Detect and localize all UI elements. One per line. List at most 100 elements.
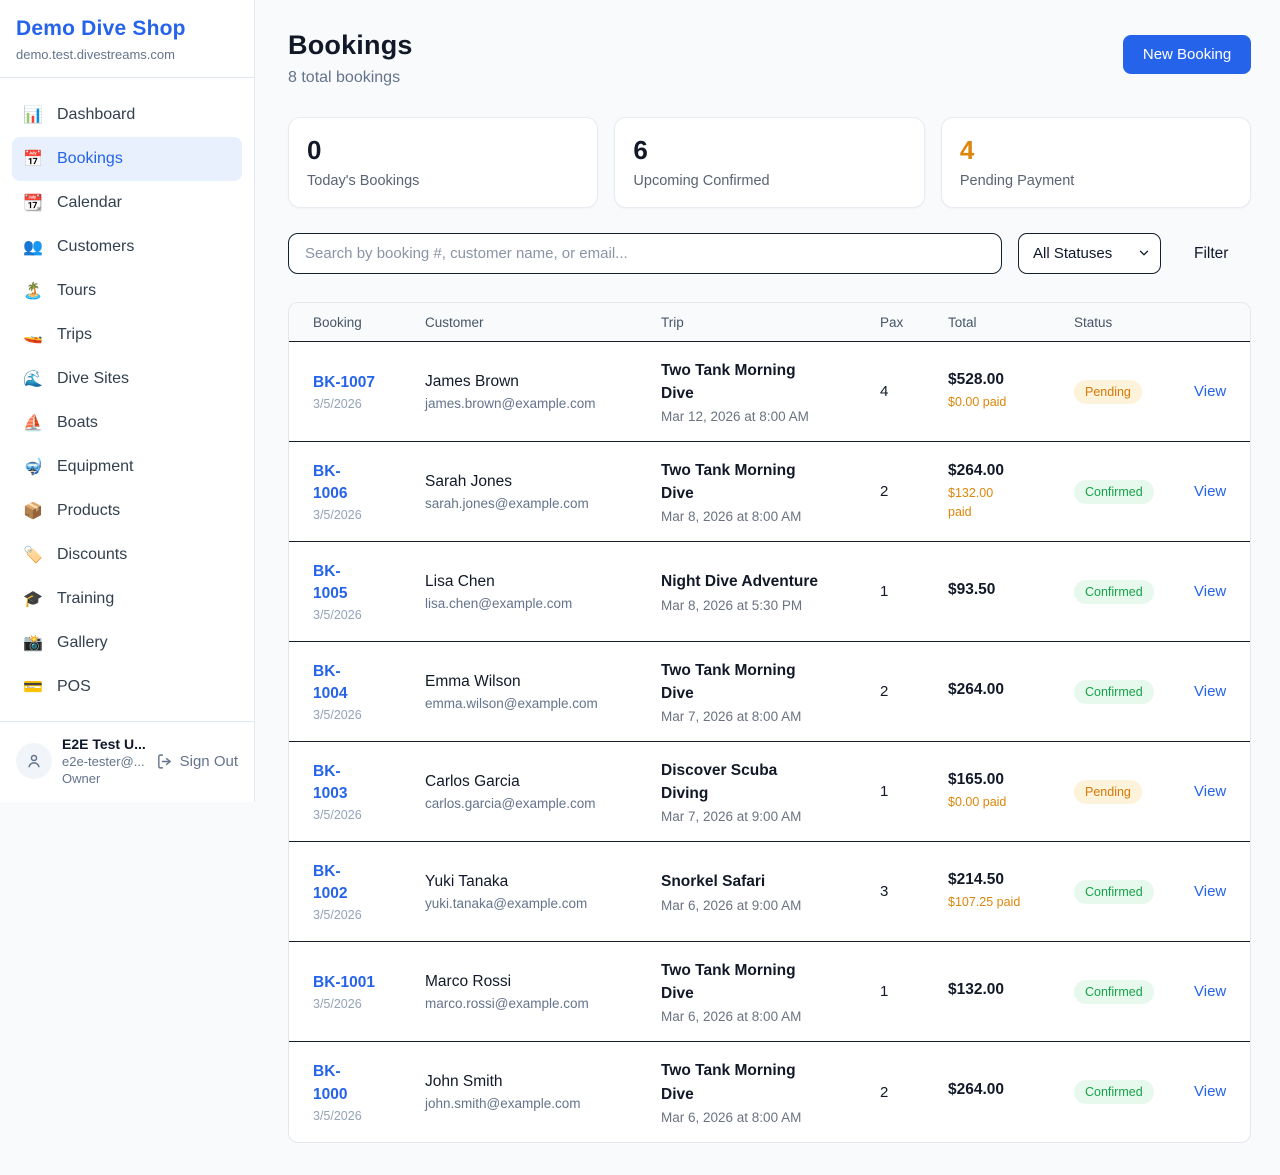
camera-icon: 📸 xyxy=(22,633,44,653)
sidebar-item-calendar[interactable]: 📆 Calendar xyxy=(12,181,242,225)
total-amount: $165.00 xyxy=(948,771,1074,789)
sidebar-item-products[interactable]: 📦 Products xyxy=(12,489,242,533)
sidebar-item-label: Calendar xyxy=(57,194,122,212)
customer-name: Carlos Garcia xyxy=(425,773,661,791)
bar-chart-icon: 📊 xyxy=(22,105,44,125)
view-link[interactable]: View xyxy=(1194,583,1226,600)
customer-cell: John Smith john.smith@example.com xyxy=(425,1073,661,1111)
sidebar-item-trips[interactable]: 🚤 Trips xyxy=(12,313,242,357)
status-select[interactable]: All Statuses xyxy=(1018,233,1161,274)
sidebar-item-dive-sites[interactable]: 🌊 Dive Sites xyxy=(12,357,242,401)
sidebar-item-discounts[interactable]: 🏷️ Discounts xyxy=(12,533,242,577)
booking-id-link[interactable]: BK- 1000 xyxy=(313,1061,425,1106)
sign-out-button[interactable]: Sign Out xyxy=(156,753,238,770)
sidebar-item-label: Bookings xyxy=(57,150,123,168)
column-header-booking: Booking xyxy=(313,315,425,330)
booking-cell: BK- 1004 3/5/2026 xyxy=(313,661,425,723)
booking-id-link[interactable]: BK- 1005 xyxy=(313,561,425,606)
booking-id-link[interactable]: BK- 1006 xyxy=(313,461,425,506)
booking-date: 3/5/2026 xyxy=(313,397,425,411)
customer-name: Lisa Chen xyxy=(425,573,661,591)
main-content: Bookings 8 total bookings New Booking 0 … xyxy=(255,0,1280,1175)
user-name: E2E Test U... xyxy=(62,736,146,752)
search-input[interactable] xyxy=(288,233,1002,274)
new-booking-button[interactable]: New Booking xyxy=(1123,35,1251,74)
sidebar-item-boats[interactable]: ⛵ Boats xyxy=(12,401,242,445)
customer-email: sarah.jones@example.com xyxy=(425,496,661,511)
sidebar-user-footer: E2E Test U... e2e-tester@... Owner Sign … xyxy=(0,721,254,802)
sidebar-item-label: POS xyxy=(57,678,91,696)
filter-button[interactable]: Filter xyxy=(1194,245,1228,263)
actions-cell: View xyxy=(1194,883,1226,901)
sidebar-item-customers[interactable]: 👥 Customers xyxy=(12,225,242,269)
status-cell: Confirmed xyxy=(1074,680,1194,704)
status-cell: Confirmed xyxy=(1074,880,1194,904)
sidebar-item-gallery[interactable]: 📸 Gallery xyxy=(12,621,242,665)
sidebar-item-training[interactable]: 🎓 Training xyxy=(12,577,242,621)
user-info: E2E Test U... e2e-tester@... Owner xyxy=(62,736,146,786)
view-link[interactable]: View xyxy=(1194,983,1226,1000)
booking-id-link[interactable]: BK-1001 xyxy=(313,972,425,994)
sidebar-item-label: Discounts xyxy=(57,546,127,564)
filter-row: All Statuses Filter xyxy=(288,233,1251,274)
page-title: Bookings xyxy=(288,30,413,61)
page-title-block: Bookings 8 total bookings xyxy=(288,30,413,87)
sidebar-item-dashboard[interactable]: 📊 Dashboard xyxy=(12,93,242,137)
actions-cell: View xyxy=(1194,783,1226,801)
view-link[interactable]: View xyxy=(1194,883,1226,900)
sidebar-item-label: Dashboard xyxy=(57,106,135,124)
status-cell: Pending xyxy=(1074,780,1194,804)
trip-name: Two Tank Morning Dive xyxy=(661,459,880,506)
customer-cell: Marco Rossi marco.rossi@example.com xyxy=(425,973,661,1011)
sidebar-item-pos[interactable]: 💳 POS xyxy=(12,665,242,709)
sidebar-item-label: Dive Sites xyxy=(57,370,129,388)
diving-mask-icon: 🤿 xyxy=(22,457,44,477)
sidebar-item-label: Boats xyxy=(57,414,98,432)
sailboat-icon: ⛵ xyxy=(22,413,44,433)
status-badge: Confirmed xyxy=(1074,580,1154,604)
customer-cell: Sarah Jones sarah.jones@example.com xyxy=(425,473,661,511)
trip-datetime: Mar 6, 2026 at 8:00 AM xyxy=(661,1110,880,1125)
total-amount: $528.00 xyxy=(948,371,1074,389)
status-select-wrap: All Statuses xyxy=(1018,233,1161,274)
table-row: BK- 1000 3/5/2026 John Smith john.smith@… xyxy=(289,1042,1250,1142)
customer-email: emma.wilson@example.com xyxy=(425,696,661,711)
total-amount: $264.00 xyxy=(948,1081,1074,1099)
view-link[interactable]: View xyxy=(1194,1083,1226,1100)
status-badge: Confirmed xyxy=(1074,1080,1154,1104)
sidebar-item-bookings[interactable]: 📅 Bookings xyxy=(12,137,242,181)
trip-cell: Discover Scuba Diving Mar 7, 2026 at 9:0… xyxy=(661,759,880,825)
stat-card-todays-bookings: 0 Today's Bookings xyxy=(288,117,598,208)
trip-name: Snorkel Safari xyxy=(661,870,880,893)
sidebar-item-equipment[interactable]: 🤿 Equipment xyxy=(12,445,242,489)
booking-id-link[interactable]: BK- 1002 xyxy=(313,861,425,906)
person-icon xyxy=(25,752,43,770)
sidebar-item-tours[interactable]: 🏝️ Tours xyxy=(12,269,242,313)
view-link[interactable]: View xyxy=(1194,383,1226,400)
booking-cell: BK- 1005 3/5/2026 xyxy=(313,561,425,623)
booking-id-link[interactable]: BK-1007 xyxy=(313,372,425,394)
paid-amount: $132.00 paid xyxy=(948,484,1074,520)
customer-cell: James Brown james.brown@example.com xyxy=(425,373,661,411)
customer-name: Sarah Jones xyxy=(425,473,661,491)
column-header-customer: Customer xyxy=(425,315,661,330)
view-link[interactable]: View xyxy=(1194,683,1226,700)
view-link[interactable]: View xyxy=(1194,783,1226,800)
stat-label: Today's Bookings xyxy=(307,173,579,189)
stat-card-pending-payment: 4 Pending Payment xyxy=(941,117,1251,208)
trip-name: Two Tank Morning Dive xyxy=(661,359,880,406)
sidebar-item-label: Equipment xyxy=(57,458,134,476)
booking-id-link[interactable]: BK- 1003 xyxy=(313,761,425,806)
trip-name: Two Tank Morning Dive xyxy=(661,959,880,1006)
trip-cell: Two Tank Morning Dive Mar 7, 2026 at 8:0… xyxy=(661,659,880,725)
table-row: BK- 1005 3/5/2026 Lisa Chen lisa.chen@ex… xyxy=(289,542,1250,642)
page-header: Bookings 8 total bookings New Booking xyxy=(288,30,1251,87)
status-badge: Confirmed xyxy=(1074,680,1154,704)
customer-name: Marco Rossi xyxy=(425,973,661,991)
trip-cell: Night Dive Adventure Mar 8, 2026 at 5:30… xyxy=(661,570,880,612)
view-link[interactable]: View xyxy=(1194,483,1226,500)
paid-amount: $107.25 paid xyxy=(948,893,1074,911)
total-amount: $132.00 xyxy=(948,981,1074,999)
booking-id-link[interactable]: BK- 1004 xyxy=(313,661,425,706)
paid-amount: $0.00 paid xyxy=(948,793,1074,811)
